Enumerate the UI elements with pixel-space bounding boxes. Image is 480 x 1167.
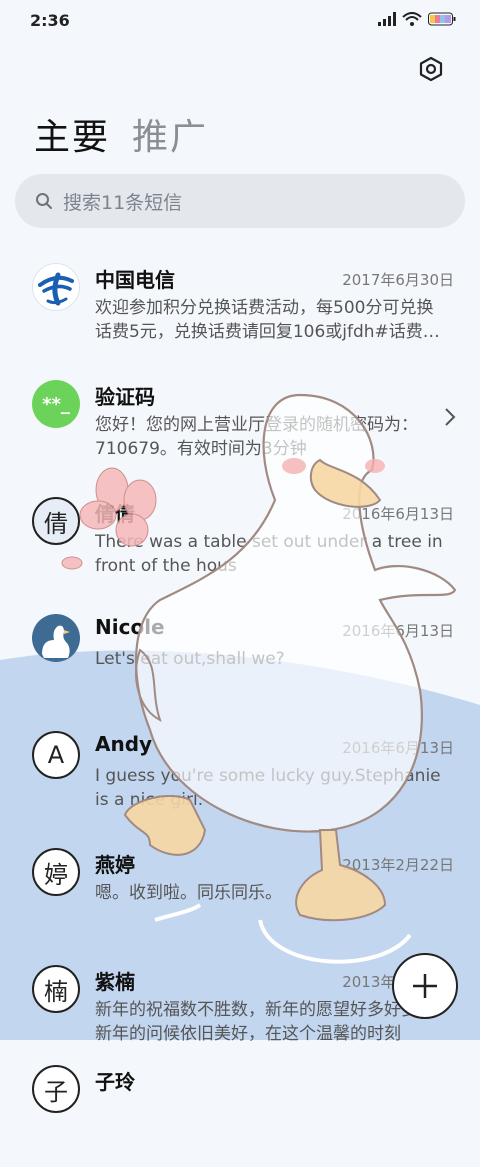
plus-icon [413, 974, 437, 998]
message-preview: I guess you're some lucky guy.Stephanie … [95, 766, 441, 810]
conversation-row[interactable]: 中国电信 2017年6月30日 欢迎参加积分兑换话费活动，每500分可兑换话费5… [0, 248, 480, 365]
status-bar: 2:36 [0, 0, 480, 42]
search-bar[interactable]: 搜索11条短信 [15, 174, 465, 228]
contact-name: 验证码 [95, 385, 155, 409]
message-preview: 您好！您的网上营业厅登录的随机密码为：710679。有效时间为3分钟 [95, 415, 418, 459]
message-date: 2016年6月13日 [342, 739, 454, 757]
contact-avatar: 子 [32, 1065, 80, 1113]
signal-icon [378, 12, 396, 26]
conversation-row[interactable]: 倩 倩倩 2016年6月13日 There was a table set ou… [0, 482, 480, 599]
contact-avatar: 楠 [32, 965, 80, 1013]
contact-avatar: 婷 [32, 848, 80, 896]
chevron-right-icon[interactable] [444, 407, 456, 427]
conversation-row[interactable]: 婷 燕婷 2013年2月22日 嗯。收到啦。同乐同乐。 [0, 833, 480, 950]
wifi-icon [402, 12, 422, 26]
battery-icon [428, 12, 456, 26]
tab-primary[interactable]: 主要 [34, 108, 110, 160]
message-date: 2016年6月13日 [342, 505, 454, 523]
message-preview: 嗯。收到啦。同乐同乐。 [95, 883, 282, 903]
message-preview: 欢迎参加积分兑换话费活动，每500分可兑换话费5元，兑换话费请回复106或jfd… [95, 298, 440, 342]
contact-name: 子玲 [95, 1070, 135, 1094]
china-telecom-logo-icon [36, 267, 76, 307]
conversation-row[interactable]: 子 子玲 [0, 1050, 480, 1167]
contact-avatar: A [32, 731, 80, 779]
conversation-row[interactable]: Nicole 2016年6月13日 Let's eat out,shall we… [0, 599, 480, 716]
message-list: 中国电信 2017年6月30日 欢迎参加积分兑换话费活动，每500分可兑换话费5… [0, 248, 480, 1167]
contact-name: Nicole [95, 615, 165, 639]
message-preview: 新年的祝福数不胜数，新年的愿望好多好多，新年的问候依旧美好，在这个温馨的时刻 [95, 1000, 435, 1044]
settings-icon[interactable] [418, 56, 444, 82]
contact-avatar: 倩 [32, 497, 80, 545]
contact-name: 紫楠 [95, 970, 135, 994]
avatar-text: **_ [42, 393, 70, 415]
avatar-text: A [47, 741, 65, 769]
telecom-avatar [32, 263, 80, 311]
conversation-row[interactable]: **_ 验证码 您好！您的网上营业厅登录的随机密码为：710679。有效时间为3… [0, 365, 480, 482]
contact-name: 中国电信 [95, 268, 175, 292]
avatar-text: 楠 [44, 977, 68, 1006]
avatar-text: 婷 [44, 860, 68, 889]
avatar-text: 倩 [44, 509, 68, 538]
verification-avatar: **_ [32, 380, 80, 428]
avatar-text: 子 [44, 1077, 68, 1106]
status-time: 2:36 [30, 11, 70, 30]
contact-name: Andy [95, 732, 153, 756]
message-preview: There was a table set out under a tree i… [95, 532, 443, 576]
duck-photo-avatar [32, 614, 80, 662]
tab-promotions[interactable]: 推广 [132, 108, 208, 160]
message-preview: Let's eat out,shall we? [95, 649, 285, 669]
message-date: 2017年6月30日 [342, 271, 454, 289]
message-date: 2016年6月13日 [342, 622, 454, 640]
contact-name: 燕婷 [95, 853, 135, 877]
contact-name: 倩倩 [95, 502, 135, 526]
conversation-row[interactable]: A Andy 2016年6月13日 I guess you're some lu… [0, 716, 480, 833]
search-icon [36, 193, 52, 209]
message-date: 2013年2月22日 [342, 856, 454, 874]
search-input[interactable]: 搜索11条短信 [63, 188, 182, 215]
new-message-button[interactable] [392, 953, 458, 1019]
category-tabs: 主要 推广 [34, 108, 208, 160]
duck-avatar-icon [42, 625, 70, 658]
